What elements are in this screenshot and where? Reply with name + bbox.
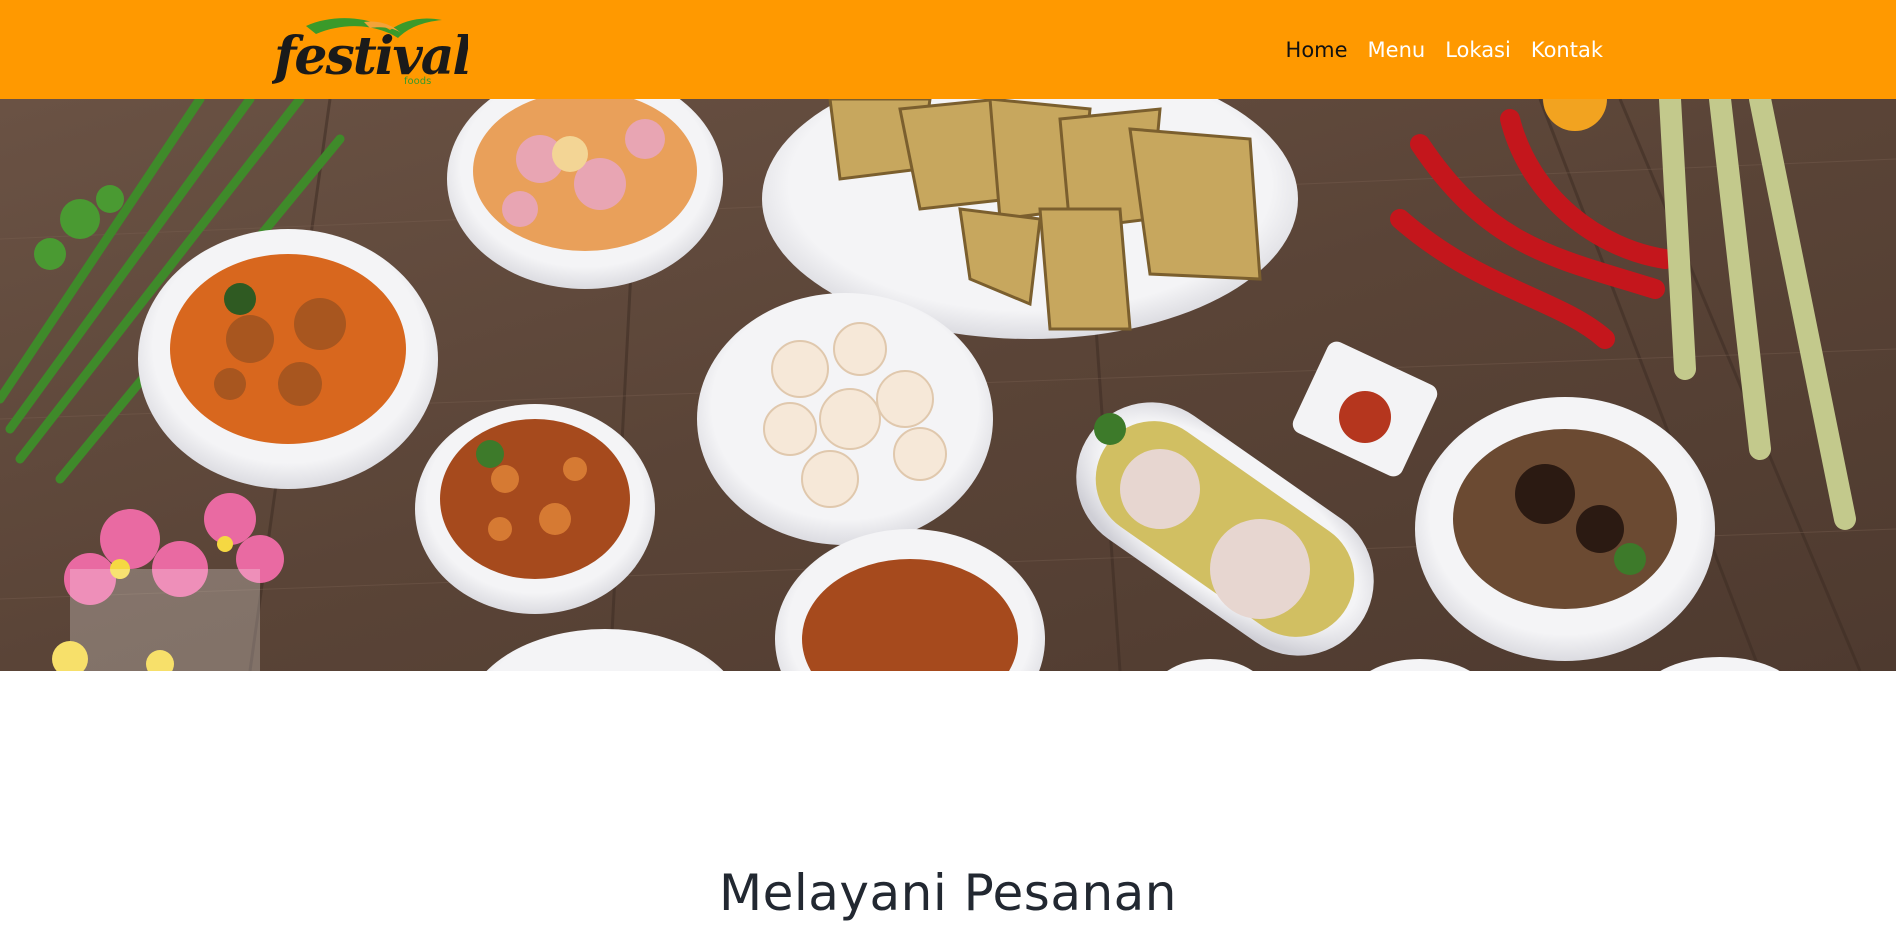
main-nav: Home Menu Lokasi Kontak <box>1276 34 1613 66</box>
nav-lokasi[interactable]: Lokasi <box>1435 34 1521 66</box>
svg-text:festival: festival <box>272 26 468 87</box>
food-spread-illustration <box>0 99 1896 671</box>
svg-text:foods: foods <box>404 76 431 87</box>
nav-home[interactable]: Home <box>1276 34 1358 66</box>
section-title: Melayani Pesanan <box>719 864 1177 922</box>
festival-foods-logo: festival foods <box>272 18 468 87</box>
nav-menu[interactable]: Menu <box>1358 34 1436 66</box>
brand-logo[interactable]: festival foods <box>272 12 468 88</box>
hero-banner-image <box>0 99 1896 671</box>
site-header: festival foods Home Menu Lokasi Kontak <box>0 0 1896 99</box>
nav-kontak[interactable]: Kontak <box>1521 34 1613 66</box>
